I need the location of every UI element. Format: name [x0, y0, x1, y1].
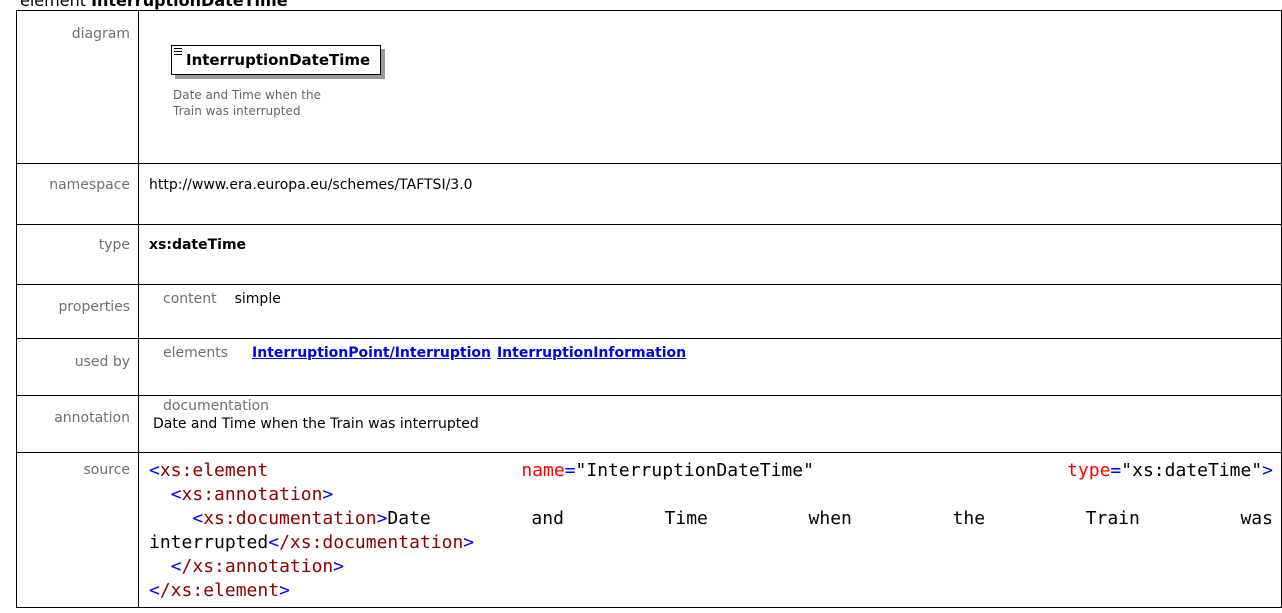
- source-documentation-tag: xs:documentation: [203, 508, 377, 529]
- page-heading: element InterruptionDateTime: [20, 0, 288, 10]
- source-line-1: <xs:element name="InterruptionDateTime" …: [149, 460, 1273, 481]
- row-label-diagram: diagram: [16, 10, 139, 164]
- row-label-properties: properties: [16, 284, 139, 339]
- element-lines-icon: [174, 48, 182, 57]
- row-annotation: annotation documentation Date and Time w…: [16, 395, 1282, 453]
- namespace-value: http://www.era.europa.eu/schemes/TAFTSI/…: [138, 163, 1282, 225]
- source-doc-word: the: [952, 508, 986, 529]
- diagram-element-name: InterruptionDateTime: [186, 51, 371, 69]
- source-line-3: <xs:documentation>Date and Time when the…: [149, 508, 1273, 529]
- link-interruption-information[interactable]: InterruptionInformation: [497, 345, 686, 361]
- row-label-type: type: [16, 224, 139, 285]
- row-diagram: diagram InterruptionDateTime Date and Ti…: [16, 10, 1282, 164]
- annotation-documentation-label: documentation: [163, 398, 270, 414]
- element-doc-table: diagram InterruptionDateTime Date and Ti…: [16, 10, 1282, 608]
- diagram-element-box[interactable]: InterruptionDateTime: [171, 45, 382, 75]
- source-doc-word: Time: [664, 508, 708, 529]
- link-interruption-point-interruption[interactable]: InterruptionPoint/Interruption: [252, 345, 491, 361]
- diagram-documentation: Date and Time when the Train was interru…: [173, 88, 321, 118]
- properties-content-value: simple: [234, 291, 281, 307]
- properties-cell: content simple: [138, 284, 1282, 339]
- source-code: <xs:element name="InterruptionDateTime" …: [138, 452, 1282, 608]
- source-close-annotation: /xs:annotation: [181, 556, 334, 577]
- row-label-source: source: [16, 452, 139, 608]
- source-doc-word: Train: [1085, 508, 1140, 529]
- properties-content-label: content: [163, 291, 217, 307]
- source-attr-name: name: [521, 460, 565, 481]
- source-doc-word: and: [531, 508, 564, 529]
- source-line-2: <xs:annotation>: [170, 484, 334, 505]
- source-open-tag: xs:element: [159, 460, 269, 481]
- annotation-documentation-text: Date and Time when the Train was interru…: [153, 416, 479, 432]
- diagram-cell: InterruptionDateTime Date and Time when …: [138, 10, 1282, 164]
- source-line-5: </xs:annotation>: [170, 556, 345, 577]
- source-line-4: interrupted</xs:documentation>: [149, 532, 475, 553]
- source-doc-word: Date: [387, 508, 431, 529]
- row-label-annotation: annotation: [16, 395, 139, 453]
- heading-element-name: InterruptionDateTime: [91, 0, 288, 10]
- annotation-cell: documentation Date and Time when the Tra…: [138, 395, 1282, 453]
- row-source: source <xs:element name="InterruptionDat…: [16, 452, 1282, 608]
- source-attr-type-value: "xs:dateTime": [1121, 460, 1263, 481]
- source-close-documentation: /xs:documentation: [279, 532, 464, 553]
- source-doc-word: was: [1240, 508, 1273, 529]
- row-properties: properties content simple: [16, 284, 1282, 339]
- used-by-elements-label: elements: [163, 345, 229, 361]
- row-namespace: namespace http://www.era.europa.eu/schem…: [16, 163, 1282, 225]
- used-by-cell: elements InterruptionPoint/Interruption In…: [138, 338, 1282, 396]
- row-type: type xs:dateTime: [16, 224, 1282, 285]
- source-close-element: /xs:element: [159, 580, 280, 601]
- row-used-by: used by elements InterruptionPoint/Interr…: [16, 338, 1282, 396]
- row-label-namespace: namespace: [16, 163, 139, 225]
- source-line-6: </xs:element>: [149, 580, 290, 601]
- source-attr-name-value: "InterruptionDateTime": [575, 460, 814, 481]
- type-value: xs:dateTime: [138, 224, 1282, 285]
- source-annotation-tag: xs:annotation: [181, 484, 323, 505]
- heading-prefix: element: [20, 0, 92, 10]
- source-attr-type: type: [1067, 460, 1111, 481]
- source-doc-word: when: [808, 508, 852, 529]
- row-label-used-by: used by: [16, 338, 139, 396]
- source-doc-last-word: interrupted: [149, 532, 269, 553]
